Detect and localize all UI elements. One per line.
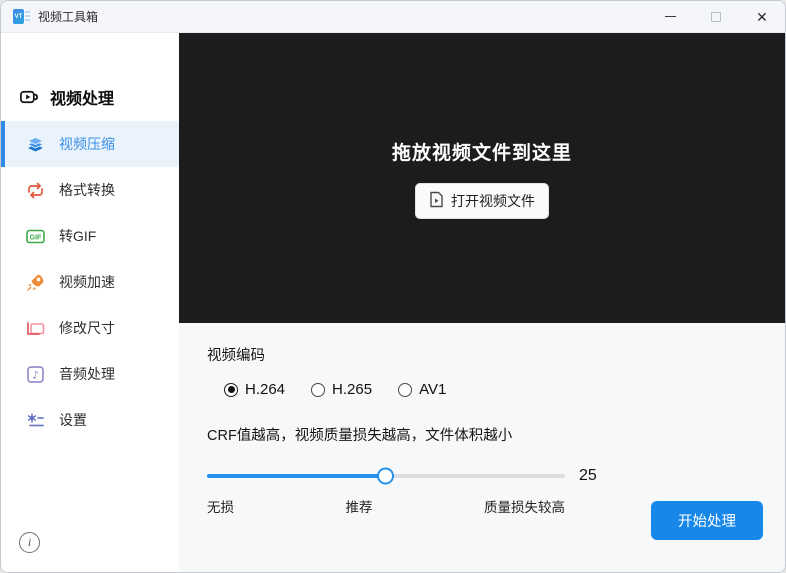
radio-h265[interactable]: H.265 [311, 381, 372, 398]
layers-icon [25, 134, 46, 155]
radio-circle-icon [224, 382, 238, 397]
encoding-options: H.264 H.265 AV1 [224, 381, 761, 398]
crf-slider-row: 25 [207, 467, 761, 485]
info-icon: i [27, 535, 32, 549]
resize-icon [25, 318, 46, 339]
sidebar-item-label: 设置 [59, 412, 87, 428]
crf-label-high-loss: 质量损失较高 [484, 500, 565, 515]
video-process-icon [19, 87, 40, 108]
sidebar-item-video-compress[interactable]: 视频压缩 [1, 121, 179, 167]
sidebar-item-label: 格式转换 [59, 182, 115, 198]
crf-slider-thumb[interactable] [377, 467, 394, 485]
start-processing-button[interactable]: 开始处理 [651, 501, 763, 540]
radio-av1[interactable]: AV1 [398, 381, 446, 398]
sidebar-item-video-speed[interactable]: 视频加速 [1, 259, 179, 305]
app-window: VT 视频工具箱 ✕ 视频处理 视频压缩 格式转换 GIF 转GIF 视频加速 … [0, 0, 786, 573]
radio-h264[interactable]: H.264 [224, 381, 285, 398]
gif-badge-text: GIF [30, 234, 42, 241]
gear-sliders-icon [25, 410, 46, 431]
radio-circle-icon [398, 382, 413, 397]
crf-label-recommended: 推荐 [345, 500, 373, 515]
swap-arrows-icon [25, 180, 46, 201]
close-button[interactable]: ✕ [739, 1, 785, 33]
minimize-icon [664, 16, 676, 17]
music-note-icon: ♪ [25, 364, 46, 385]
crf-slider[interactable] [207, 467, 565, 485]
open-video-file-label: 打开视频文件 [451, 192, 535, 209]
minimize-button[interactable] [647, 1, 693, 33]
sidebar-item-to-gif[interactable]: GIF 转GIF [1, 213, 179, 259]
sidebar-header: 视频处理 [19, 85, 179, 109]
radio-label: AV1 [419, 381, 447, 398]
sidebar-item-label: 修改尺寸 [59, 320, 115, 336]
compression-settings-panel: 视频编码 H.264 H.265 AV1 CRF值越高，视频质量损失越高，文件体… [179, 323, 785, 572]
close-icon: ✕ [756, 8, 768, 25]
radio-label: H.265 [332, 381, 373, 398]
crf-description: CRF值越高，视频质量损失越高，文件体积越小 [207, 428, 513, 444]
dropzone-title: 拖放视频文件到这里 [391, 142, 572, 164]
sidebar-item-label: 视频加速 [59, 274, 115, 290]
sidebar-item-label: 音频处理 [59, 366, 115, 382]
music-note-glyph: ♪ [32, 369, 39, 381]
crf-value: 25 [579, 467, 597, 484]
file-play-icon [429, 191, 444, 211]
crf-label-lossless: 无损 [207, 500, 234, 515]
video-dropzone[interactable]: 拖放视频文件到这里 打开视频文件 [179, 33, 785, 323]
sidebar: 视频处理 视频压缩 格式转换 GIF 转GIF 视频加速 修改尺寸 ♪ 音频处理… [1, 33, 179, 572]
crf-slider-fill [207, 474, 386, 478]
window-title: 视频工具箱 [38, 10, 99, 24]
open-video-file-button[interactable]: 打开视频文件 [415, 182, 549, 219]
titlebar: VT 视频工具箱 ✕ [1, 1, 785, 33]
crf-slider-labels: 无损 推荐 质量损失较高 [207, 496, 565, 516]
sidebar-item-audio[interactable]: ♪ 音频处理 [1, 351, 179, 397]
rocket-icon [25, 272, 46, 293]
sidebar-item-label: 视频压缩 [59, 136, 115, 152]
radio-circle-icon [311, 382, 326, 397]
maximize-icon [711, 11, 721, 22]
sidebar-item-settings[interactable]: 设置 [1, 397, 179, 443]
main-area: 拖放视频文件到这里 打开视频文件 视频编码 H.264 H.265 AV1 CR… [179, 33, 785, 572]
radio-label: H.264 [245, 381, 286, 398]
window-controls: ✕ [647, 1, 785, 33]
app-logo-icon: VT [13, 9, 30, 24]
app-logo-monogram: VT [13, 9, 24, 24]
info-button[interactable]: i [19, 532, 40, 553]
encoding-section-label: 视频编码 [207, 348, 265, 364]
sidebar-header-label: 视频处理 [50, 91, 115, 108]
sidebar-item-format-convert[interactable]: 格式转换 [1, 167, 179, 213]
maximize-button[interactable] [693, 1, 739, 33]
gif-badge-icon: GIF [25, 226, 46, 247]
sidebar-item-resize[interactable]: 修改尺寸 [1, 305, 179, 351]
sidebar-item-label: 转GIF [59, 228, 97, 244]
